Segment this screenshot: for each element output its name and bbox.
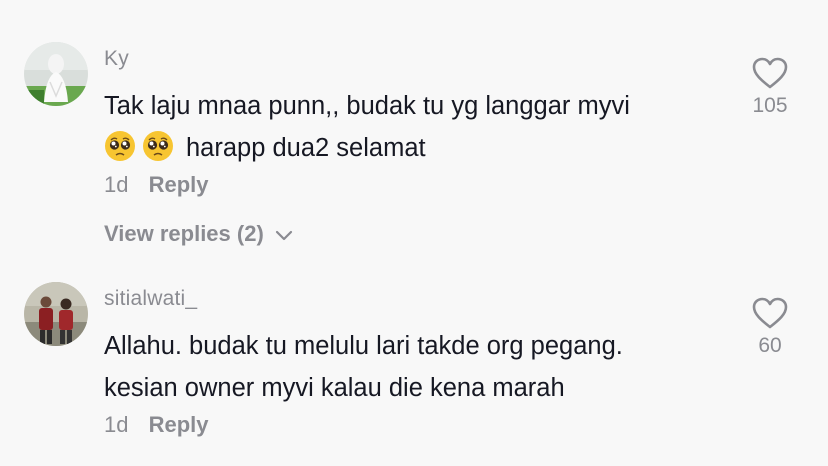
heart-icon [752, 297, 788, 329]
avatar[interactable] [24, 42, 88, 106]
avatar[interactable] [24, 282, 88, 346]
view-replies-label: View replies (2) [104, 221, 264, 246]
like-count: 60 [758, 334, 782, 357]
comment-meta: 1d Reply [104, 172, 209, 198]
comment-text-line: Tak laju mnaa punn,, budak tu yg langgar… [104, 92, 630, 120]
chevron-down-icon [275, 230, 293, 241]
pleading-face-emoji-icon [143, 131, 173, 161]
comment-username[interactable]: Ky [104, 47, 129, 71]
avatar-image [24, 42, 88, 106]
comment-text-line: kesian owner myvi kalau die kena marah [104, 374, 565, 402]
comment-username[interactable]: sitialwati_ [104, 287, 197, 311]
like-button[interactable]: 105 [740, 56, 800, 118]
reply-button[interactable]: Reply [149, 412, 209, 437]
comment-text-line: harapp dua2 selamat [186, 134, 426, 162]
comment-timestamp: 1d [104, 412, 129, 437]
comment-text: Allahu. budak tu melulu lari takde org p… [104, 325, 724, 409]
pleading-face-emoji-icon [105, 131, 135, 161]
avatar-image [24, 282, 88, 346]
view-replies-button[interactable]: View replies (2) [104, 221, 294, 247]
comment-text-line: Allahu. budak tu melulu lari takde org p… [104, 332, 623, 360]
reply-button[interactable]: Reply [149, 172, 209, 197]
heart-icon [752, 57, 788, 89]
like-button[interactable]: 60 [740, 296, 800, 358]
comment-text: Tak laju mnaa punn,, budak tu yg langgar… [104, 85, 724, 169]
comment-meta: 1d Reply [104, 412, 209, 438]
comment-timestamp: 1d [104, 172, 129, 197]
comment-text-line-with-emoji: harapp dua2 selamat [104, 127, 724, 169]
like-count: 105 [752, 94, 788, 117]
comment-list: Ky Tak laju mnaa punn,, budak tu yg lang… [0, 0, 828, 466]
